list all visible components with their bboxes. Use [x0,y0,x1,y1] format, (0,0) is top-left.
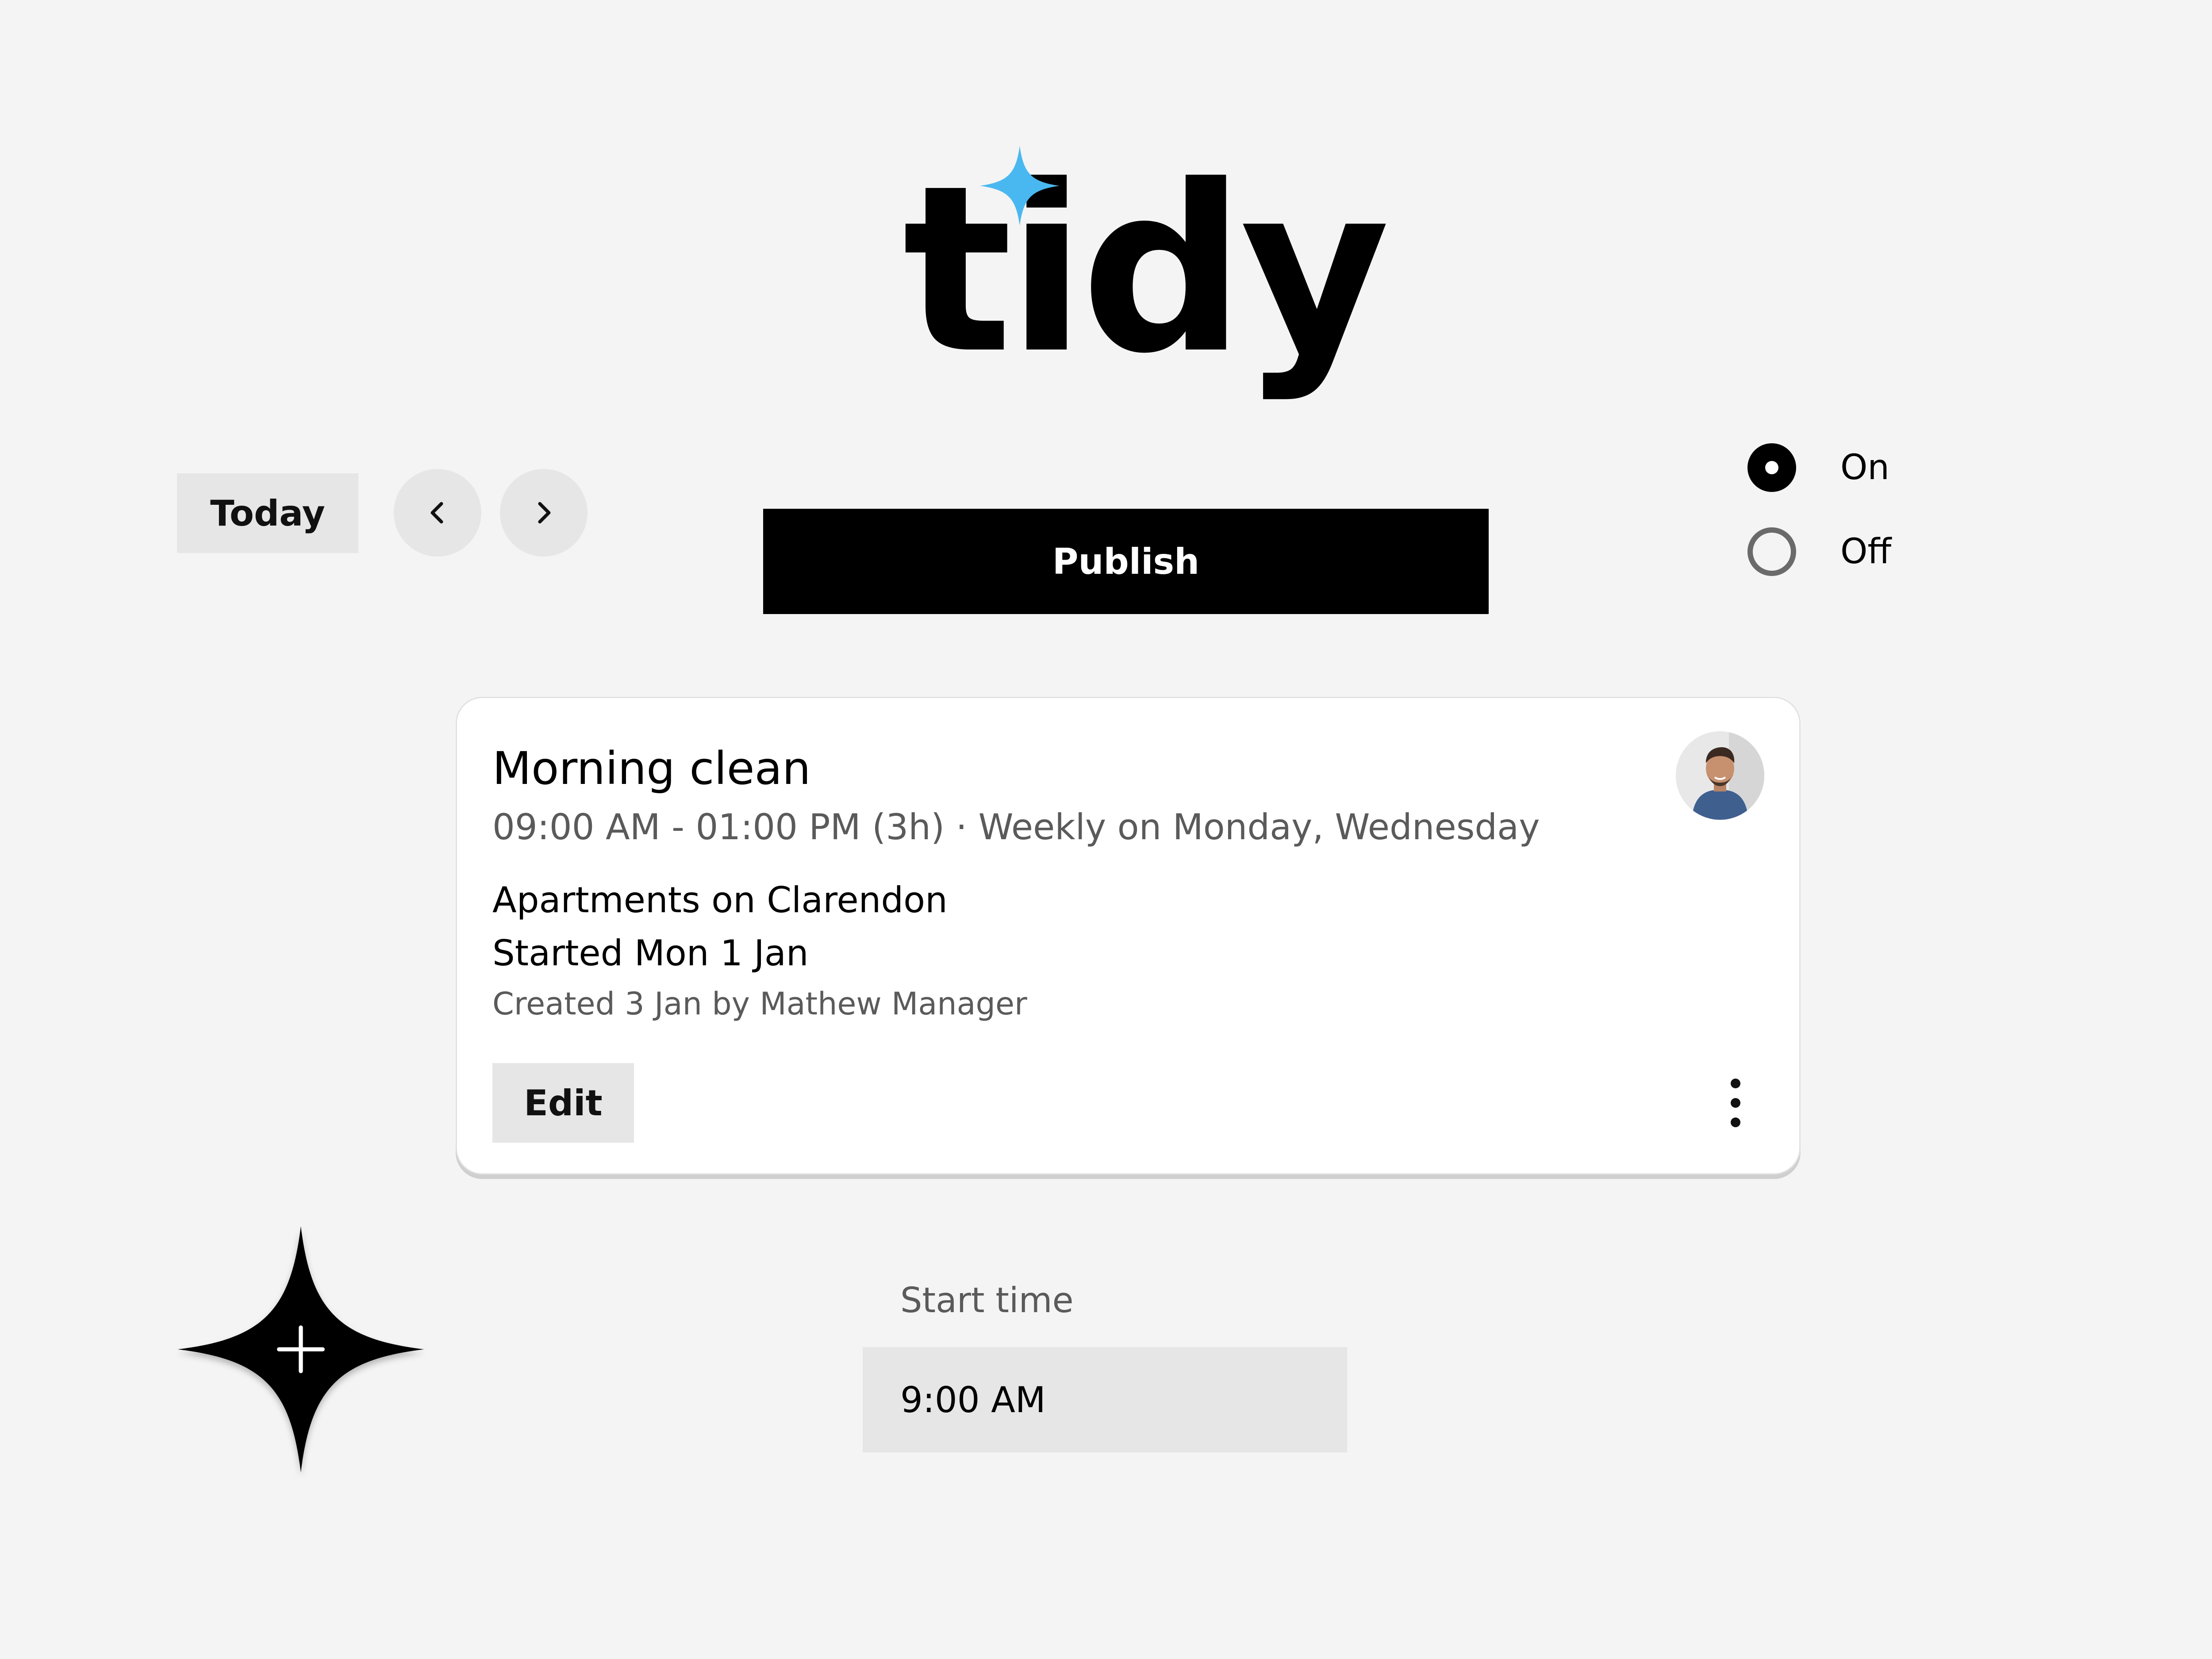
next-button[interactable] [500,469,588,557]
tidy-logo: tidy [902,146,1390,394]
card-location: Apartments on Clarendon [492,879,948,921]
more-vertical-icon[interactable] [1718,1079,1753,1127]
edit-button[interactable]: Edit [492,1063,634,1143]
publish-button[interactable]: Publish [763,509,1489,614]
card-created: Created 3 Jan by Mathew Manager [492,986,1027,1022]
radio-unchecked-icon[interactable] [1747,527,1796,576]
radio-checked-icon[interactable] [1747,443,1796,492]
chevron-right-icon [538,502,551,524]
person-avatar-icon [1676,731,1764,820]
sparkle-icon [980,146,1060,226]
previous-button[interactable] [394,469,481,557]
card-schedule: 09:00 AM - 01:00 PM (3h) · Weekly on Mon… [492,806,1540,848]
today-button[interactable]: Today [177,473,358,553]
radio-option-off[interactable]: Off [1747,527,1891,576]
card-started: Started Mon 1 Jan [492,933,809,974]
start-time-field[interactable]: 9:00 AM [863,1347,1347,1452]
radio-option-on[interactable]: On [1747,443,1889,492]
add-sparkle-button[interactable] [173,1221,429,1478]
app-canvas: tidy Today Publish On Off Morning clean … [0,0,2212,1659]
radio-label-on: On [1840,448,1889,488]
avatar [1676,731,1764,820]
shift-card[interactable]: Morning clean 09:00 AM - 01:00 PM (3h) ·… [456,697,1801,1175]
logo-wordmark: tidy [902,136,1390,404]
start-time-label: Start time [900,1281,1074,1321]
card-title: Morning clean [492,742,811,795]
radio-label-off: Off [1840,532,1892,572]
chevron-left-icon [430,502,443,524]
